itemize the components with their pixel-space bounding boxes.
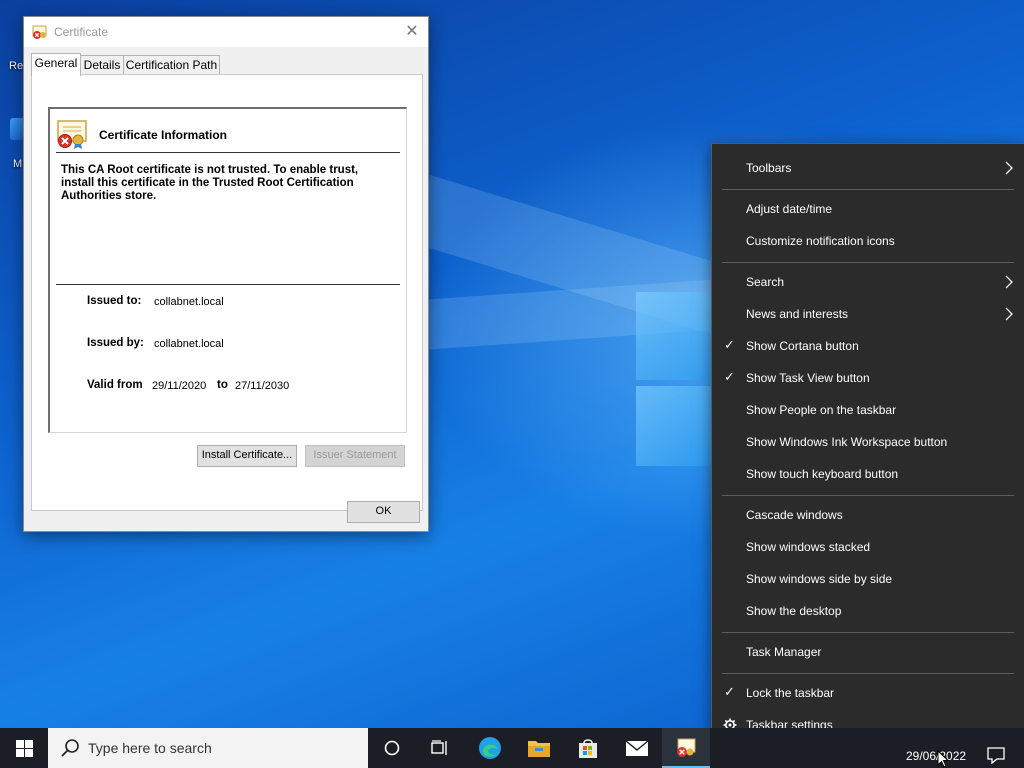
menu-separator <box>722 495 1014 496</box>
certificate-taskbar-button[interactable] <box>662 728 710 768</box>
file-explorer-button[interactable] <box>515 728 563 768</box>
menu-separator <box>722 189 1014 190</box>
menu-item-label: Cascade windows <box>746 508 843 522</box>
divider <box>56 284 400 285</box>
menu-item-toolbars[interactable]: Toolbars <box>712 153 1024 183</box>
certificate-info-box: Certificate Information This CA Root cer… <box>48 107 407 433</box>
menu-item-show-touch-keyboard[interactable]: Show touch keyboard button <box>712 459 1024 489</box>
tab-details[interactable]: Details <box>79 55 125 75</box>
mail-icon <box>625 740 649 756</box>
install-certificate-button[interactable]: Install Certificate... <box>197 445 297 467</box>
valid-from-value: 29/11/2020 <box>152 380 207 392</box>
issued-to-value: collabnet.local <box>154 296 224 308</box>
start-button[interactable] <box>0 728 48 768</box>
tab-certification-path[interactable]: Certification Path <box>123 55 220 75</box>
menu-item-task-manager[interactable]: Task Manager <box>712 637 1024 667</box>
menu-item-search[interactable]: Search <box>712 267 1024 297</box>
menu-item-show-cortana-button[interactable]: ✓ Show Cortana button <box>712 331 1024 361</box>
menu-item-show-task-view-button[interactable]: ✓ Show Task View button <box>712 363 1024 393</box>
certificate-icon <box>677 738 696 757</box>
menu-item-label: Toolbars <box>746 161 792 175</box>
store-icon <box>579 739 597 758</box>
desktop-icon-edge-label[interactable]: M <box>13 158 22 170</box>
ok-button[interactable]: OK <box>347 501 420 523</box>
general-tab-panel: Certificate Information This CA Root cer… <box>31 74 423 511</box>
task-view-button[interactable] <box>416 728 464 768</box>
info-heading: Certificate Information <box>99 128 228 142</box>
menu-item-show-windows-stacked[interactable]: Show windows stacked <box>712 532 1024 562</box>
valid-from-label: Valid from <box>87 379 143 391</box>
menu-item-label: News and interests <box>746 307 849 321</box>
search-placeholder: Type here to search <box>88 740 212 756</box>
task-view-icon <box>431 740 447 755</box>
desktop-icon-recycle-bin-label[interactable]: Re <box>9 60 23 72</box>
store-button[interactable] <box>564 728 612 768</box>
certificate-dialog: Certificate ✕ General Details Certificat… <box>23 16 429 532</box>
chevron-right-icon <box>1005 275 1013 289</box>
menu-item-label: Adjust date/time <box>746 202 833 216</box>
menu-item-label: Show touch keyboard button <box>746 467 899 481</box>
menu-item-show-the-desktop[interactable]: Show the desktop <box>712 596 1024 626</box>
menu-item-label: Lock the taskbar <box>746 686 835 700</box>
issued-by-label: Issued by: <box>87 337 144 349</box>
trust-message: This CA Root certificate is not trusted.… <box>61 164 359 202</box>
menu-item-customize-notification-icons[interactable]: Customize notification icons <box>712 226 1024 256</box>
windows-start-icon <box>16 740 33 757</box>
menu-item-label: Show windows side by side <box>746 572 893 586</box>
certificate-untrusted-icon <box>32 25 47 39</box>
menu-item-show-windows-ink[interactable]: Show Windows Ink Workspace button <box>712 427 1024 457</box>
menu-item-label: Task Manager <box>746 645 822 659</box>
taskbar: Type here to search 29/06/2022 <box>0 728 1024 768</box>
valid-to-label: to <box>217 379 228 391</box>
checkmark-icon: ✓ <box>724 337 735 352</box>
menu-item-show-people[interactable]: Show People on the taskbar <box>712 395 1024 425</box>
menu-item-label: Customize notification icons <box>746 234 895 248</box>
menu-item-adjust-date-time[interactable]: Adjust date/time <box>712 194 1024 224</box>
dialog-title: Certificate <box>54 25 109 39</box>
menu-item-label: Show Cortana button <box>746 339 859 353</box>
chevron-right-icon <box>1005 307 1013 321</box>
checkmark-icon: ✓ <box>724 369 735 384</box>
menu-item-show-windows-side-by-side[interactable]: Show windows side by side <box>712 564 1024 594</box>
menu-item-lock-the-taskbar[interactable]: ✓ Lock the taskbar <box>712 678 1024 708</box>
notification-icon[interactable] <box>986 746 1006 764</box>
mouse-cursor-icon <box>937 750 949 768</box>
windows-logo-pane <box>636 292 716 380</box>
cortana-button[interactable] <box>368 728 416 768</box>
menu-item-label: Show People on the taskbar <box>746 403 897 417</box>
valid-to-value: 27/11/2030 <box>235 380 290 392</box>
divider <box>56 152 400 153</box>
menu-item-label: Show windows stacked <box>746 540 871 554</box>
cortana-icon <box>384 740 400 756</box>
menu-item-cascade-windows[interactable]: Cascade windows <box>712 500 1024 530</box>
windows-logo-pane <box>636 386 716 466</box>
edge-icon <box>479 737 501 759</box>
file-explorer-icon <box>528 741 550 757</box>
search-icon <box>61 739 79 757</box>
menu-item-label: Show the desktop <box>746 604 842 618</box>
close-button[interactable]: ✕ <box>396 17 428 47</box>
edge-taskbar-button[interactable] <box>466 728 514 768</box>
menu-item-label: Show Windows Ink Workspace button <box>746 435 948 449</box>
title-bar[interactable]: Certificate ✕ <box>24 17 428 47</box>
issued-to-label: Issued to: <box>87 295 142 307</box>
taskbar-context-menu: Toolbars Adjust date/time Customize noti… <box>711 143 1024 751</box>
mail-button[interactable] <box>613 728 661 768</box>
chevron-right-icon <box>1005 161 1013 175</box>
menu-item-news-and-interests[interactable]: News and interests <box>712 299 1024 329</box>
checkmark-icon: ✓ <box>724 684 735 699</box>
menu-separator <box>722 632 1014 633</box>
menu-item-label: Show Task View button <box>746 371 870 385</box>
issued-by-value: collabnet.local <box>154 338 224 350</box>
menu-separator <box>722 673 1014 674</box>
tab-general[interactable]: General <box>31 53 81 76</box>
certificate-untrusted-icon <box>57 120 87 149</box>
search-input[interactable]: Type here to search <box>48 728 368 768</box>
menu-separator <box>722 262 1014 263</box>
issuer-statement-button[interactable]: Issuer Statement <box>305 445 405 467</box>
menu-item-label: Search <box>746 275 785 289</box>
